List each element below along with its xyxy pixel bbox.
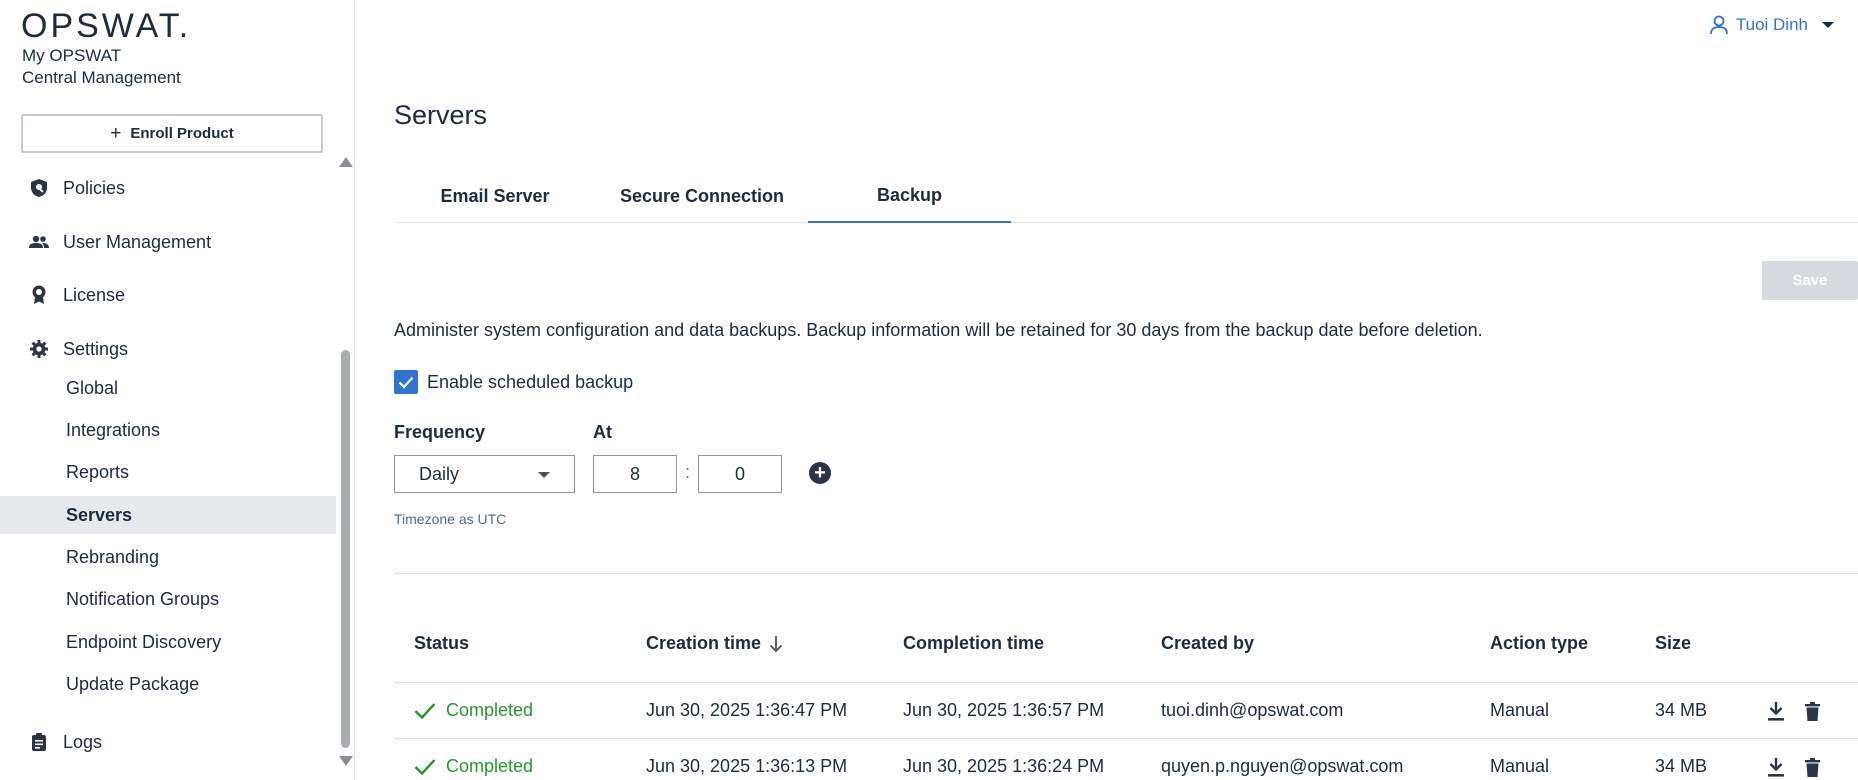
check-icon <box>414 702 436 719</box>
column-header-creation-time[interactable]: Creation time <box>646 633 783 654</box>
sidebar-item-global[interactable]: Global <box>0 369 336 407</box>
scroll-up-arrow-icon[interactable] <box>339 157 353 167</box>
enable-scheduled-backup-checkbox[interactable] <box>394 370 418 394</box>
sidebar: OPSWAT. My OPSWAT Central Management + E… <box>0 0 355 780</box>
nav-label-settings: Settings <box>63 338 129 359</box>
creation-time-cell: Jun 30, 2025 1:36:13 PM <box>646 756 848 776</box>
check-icon <box>414 758 436 775</box>
users-icon <box>29 232 49 252</box>
sidebar-item-reports[interactable]: Reports <box>0 453 336 491</box>
sort-down-arrow-icon <box>769 635 783 652</box>
nav-label-user-management: User Management <box>63 231 212 252</box>
column-header-action-type: Action type <box>1490 633 1589 653</box>
column-header-size: Size <box>1655 633 1692 653</box>
section-divider <box>394 573 1858 574</box>
clipboard-icon <box>29 732 49 752</box>
enable-scheduled-backup-label: Enable scheduled backup <box>427 371 634 392</box>
chevron-down-icon <box>1822 22 1834 28</box>
sidebar-item-rebranding[interactable]: Rebranding <box>0 538 336 576</box>
checkmark-icon <box>398 376 414 389</box>
table-row: Completed Jun 30, 2025 1:36:13 PM Jun 30… <box>394 739 1858 780</box>
nav-label-policies: Policies <box>63 177 126 198</box>
status-cell: Completed <box>414 683 533 738</box>
column-header-created-by: Created by <box>1161 633 1255 653</box>
at-label: At <box>593 422 612 442</box>
shield-icon <box>29 178 49 198</box>
column-header-creation-time-label: Creation time <box>646 633 762 653</box>
size-cell: 34 MB <box>1655 700 1708 720</box>
completion-time-cell: Jun 30, 2025 1:36:57 PM <box>903 700 1105 720</box>
delete-icon[interactable] <box>1801 699 1823 723</box>
timezone-note: Timezone as UTC <box>394 511 507 527</box>
nav-item-logs[interactable]: Logs <box>0 723 336 761</box>
download-icon[interactable] <box>1765 699 1787 723</box>
sidebar-item-integrations[interactable]: Integrations <box>0 411 336 449</box>
brand-line-2: Central Management <box>22 68 181 87</box>
minute-input[interactable] <box>698 455 782 493</box>
hour-input[interactable] <box>593 455 677 493</box>
sidebar-item-notification-groups[interactable]: Notification Groups <box>0 580 336 618</box>
tab-backup[interactable]: Backup <box>808 170 1011 223</box>
nav-label-license: License <box>63 284 126 305</box>
nav-item-user-management[interactable]: User Management <box>0 223 336 261</box>
gear-icon <box>29 339 49 359</box>
completion-time-cell: Jun 30, 2025 1:36:24 PM <box>903 756 1105 776</box>
sidebar-item-servers[interactable]: Servers <box>0 496 336 534</box>
enable-scheduled-backup-row: Enable scheduled backup <box>394 370 633 394</box>
award-icon <box>29 285 49 305</box>
status-cell: Completed <box>414 739 533 780</box>
plus-icon: + <box>110 122 122 144</box>
scroll-down-arrow-icon[interactable] <box>339 756 353 766</box>
frequency-value: Daily <box>419 463 460 484</box>
delete-icon[interactable] <box>1801 755 1823 779</box>
action-type-cell: Manual <box>1490 700 1550 720</box>
download-icon[interactable] <box>1765 755 1787 779</box>
nav-item-settings[interactable]: Settings <box>0 330 336 368</box>
nav-item-license[interactable]: License <box>0 276 336 314</box>
opswat-logo: OPSWAT. <box>21 7 192 45</box>
column-header-status: Status <box>414 633 470 653</box>
save-button[interactable]: Save <box>1762 261 1858 300</box>
created-by-cell: tuoi.dinh@opswat.com <box>1161 700 1344 720</box>
chevron-down-icon <box>538 472 550 478</box>
action-type-cell: Manual <box>1490 756 1550 776</box>
tab-secure-connection[interactable]: Secure Connection <box>596 170 808 223</box>
frequency-label: Frequency <box>394 422 486 442</box>
creation-time-cell: Jun 30, 2025 1:36:47 PM <box>646 700 848 720</box>
add-time-icon[interactable]: + <box>809 462 831 484</box>
tab-email-server[interactable]: Email Server <box>394 170 596 223</box>
enroll-product-label: Enroll Product <box>130 125 234 142</box>
page-title: Servers <box>394 100 488 130</box>
frequency-select[interactable]: Daily <box>394 455 575 493</box>
sidebar-item-update-package[interactable]: Update Package <box>0 665 336 703</box>
brand-line-1: My OPSWAT <box>22 46 122 65</box>
nav-label-logs: Logs <box>63 731 103 752</box>
created-by-cell: quyen.p.nguyen@opswat.com <box>1161 756 1404 776</box>
user-name: Tuoi Dinh <box>1735 15 1808 34</box>
table-row: Completed Jun 30, 2025 1:36:47 PM Jun 30… <box>394 683 1858 738</box>
status-text: Completed <box>446 700 534 720</box>
sidebar-scrollbar-thumb[interactable] <box>341 350 350 748</box>
backup-description: Administer system configuration and data… <box>394 320 1483 340</box>
sidebar-item-endpoint-discovery[interactable]: Endpoint Discovery <box>0 623 336 661</box>
tab-bar: Email Server Secure Connection Backup <box>394 170 1858 223</box>
nav-item-policies[interactable]: Policies <box>0 169 336 207</box>
time-separator: : <box>685 462 691 482</box>
column-header-completion-time: Completion time <box>903 633 1045 653</box>
user-icon <box>1709 15 1728 35</box>
enroll-product-button[interactable]: + Enroll Product <box>21 114 323 153</box>
size-cell: 34 MB <box>1655 756 1708 776</box>
user-menu[interactable]: Tuoi Dinh <box>1709 15 1834 35</box>
status-text: Completed <box>446 756 534 776</box>
